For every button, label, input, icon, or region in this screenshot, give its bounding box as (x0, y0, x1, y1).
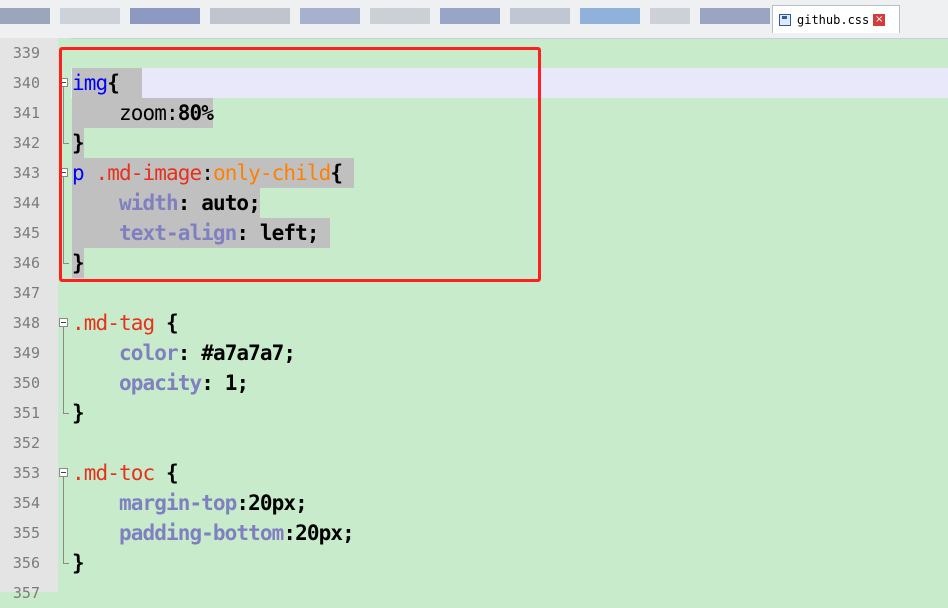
code-area[interactable]: } (71, 548, 948, 578)
blurred-tab[interactable] (580, 8, 640, 24)
fold-guide (63, 477, 64, 563)
code-area[interactable]: .md-toc { (71, 458, 948, 488)
fold-end-marker (63, 563, 69, 564)
code-text: padding-bottom:20px; (72, 518, 355, 548)
line-number: 349 (12, 344, 40, 362)
code-line[interactable]: 352 (0, 428, 948, 458)
code-token: 1 (224, 371, 238, 395)
code-area[interactable] (71, 428, 948, 458)
code-token: } (72, 551, 85, 575)
code-token: ; (295, 491, 308, 515)
code-token: .md-tag (72, 311, 155, 335)
code-line[interactable]: 348 .md-tag { (0, 308, 948, 338)
code-text: opacity: 1; (72, 368, 249, 398)
code-token: #a7a7a7 (201, 341, 284, 365)
code-token: margin-top (118, 491, 237, 515)
code-token: } (72, 401, 85, 425)
blurred-tab[interactable] (0, 8, 50, 24)
fold-toggle-icon[interactable] (59, 468, 68, 477)
code-token: 20px (295, 521, 343, 545)
code-line[interactable]: 357 (0, 578, 948, 608)
blurred-tab[interactable] (300, 8, 360, 24)
tab-github-css[interactable]: github.css × (772, 5, 900, 33)
code-token: 20px (248, 491, 296, 515)
code-line[interactable]: 351} (0, 398, 948, 428)
line-number: 343 (12, 164, 40, 182)
blurred-tab[interactable] (210, 8, 290, 24)
code-line[interactable]: 354 margin-top:20px; (0, 488, 948, 518)
close-icon[interactable]: × (873, 13, 886, 26)
code-line[interactable]: 347 (0, 278, 948, 308)
blurred-tab[interactable] (700, 8, 770, 24)
code-text: .md-tag { (72, 308, 179, 338)
save-icon (779, 13, 791, 26)
line-number: 345 (12, 224, 40, 242)
blurred-tab[interactable] (370, 8, 430, 24)
line-number: 344 (12, 194, 40, 212)
code-text: .md-toc { (72, 458, 179, 488)
line-number: 355 (12, 524, 40, 542)
line-number: 347 (12, 284, 40, 302)
code-area[interactable]: margin-top:20px; (71, 488, 948, 518)
line-number: 348 (12, 314, 40, 332)
code-text: } (72, 548, 85, 578)
line-number: 341 (12, 104, 40, 122)
code-area[interactable]: padding-bottom:20px; (71, 518, 948, 548)
code-token: : (177, 341, 202, 365)
code-line[interactable]: 350 opacity: 1; (0, 368, 948, 398)
code-token: : (283, 521, 296, 545)
code-text: margin-top:20px; (72, 488, 308, 518)
line-number: 340 (12, 74, 40, 92)
line-number: 357 (12, 584, 40, 602)
line-number: 353 (12, 464, 40, 482)
line-number: 350 (12, 374, 40, 392)
code-line[interactable]: 353 .md-toc { (0, 458, 948, 488)
code-area[interactable]: .md-tag { (71, 308, 948, 338)
code-area[interactable]: } (71, 398, 948, 428)
code-token: ; (283, 341, 296, 365)
blurred-tab[interactable] (60, 8, 120, 24)
code-token: : (201, 371, 225, 395)
code-area[interactable] (71, 578, 948, 608)
blurred-tab[interactable] (440, 8, 500, 24)
code-token: ; (236, 371, 249, 395)
tab-label: github.css (797, 12, 870, 27)
code-text: color: #a7a7a7; (72, 338, 296, 368)
tab-bar: github.css × (0, 0, 948, 39)
line-number: 346 (12, 254, 40, 272)
fold-end-marker (63, 413, 69, 414)
code-token: ; (342, 521, 355, 545)
line-number: 356 (12, 554, 40, 572)
code-line[interactable]: 349 color: #a7a7a7; (0, 338, 948, 368)
fold-guide (63, 327, 64, 413)
code-token: { (154, 311, 179, 335)
code-text: } (72, 398, 85, 428)
code-token: padding-bottom (118, 521, 284, 545)
blurred-tab[interactable] (650, 8, 690, 24)
code-token: { (154, 461, 179, 485)
line-number: 352 (12, 434, 40, 452)
line-number: 342 (12, 134, 40, 152)
code-area[interactable]: color: #a7a7a7; (71, 338, 948, 368)
code-token: : (236, 491, 249, 515)
line-number: 354 (12, 494, 40, 512)
code-area[interactable] (71, 278, 948, 308)
blurred-tab[interactable] (510, 8, 570, 24)
line-number: 351 (12, 404, 40, 422)
annotation-highlight-box (59, 47, 541, 282)
fold-toggle-icon[interactable] (59, 318, 68, 327)
code-line[interactable]: 356} (0, 548, 948, 578)
code-token: color (118, 341, 179, 365)
blurred-tab[interactable] (130, 8, 200, 24)
code-token: .md-toc (72, 461, 155, 485)
code-line[interactable]: 355 padding-bottom:20px; (0, 518, 948, 548)
code-area[interactable]: opacity: 1; (71, 368, 948, 398)
code-token: opacity (118, 371, 202, 395)
line-number: 339 (12, 44, 40, 62)
